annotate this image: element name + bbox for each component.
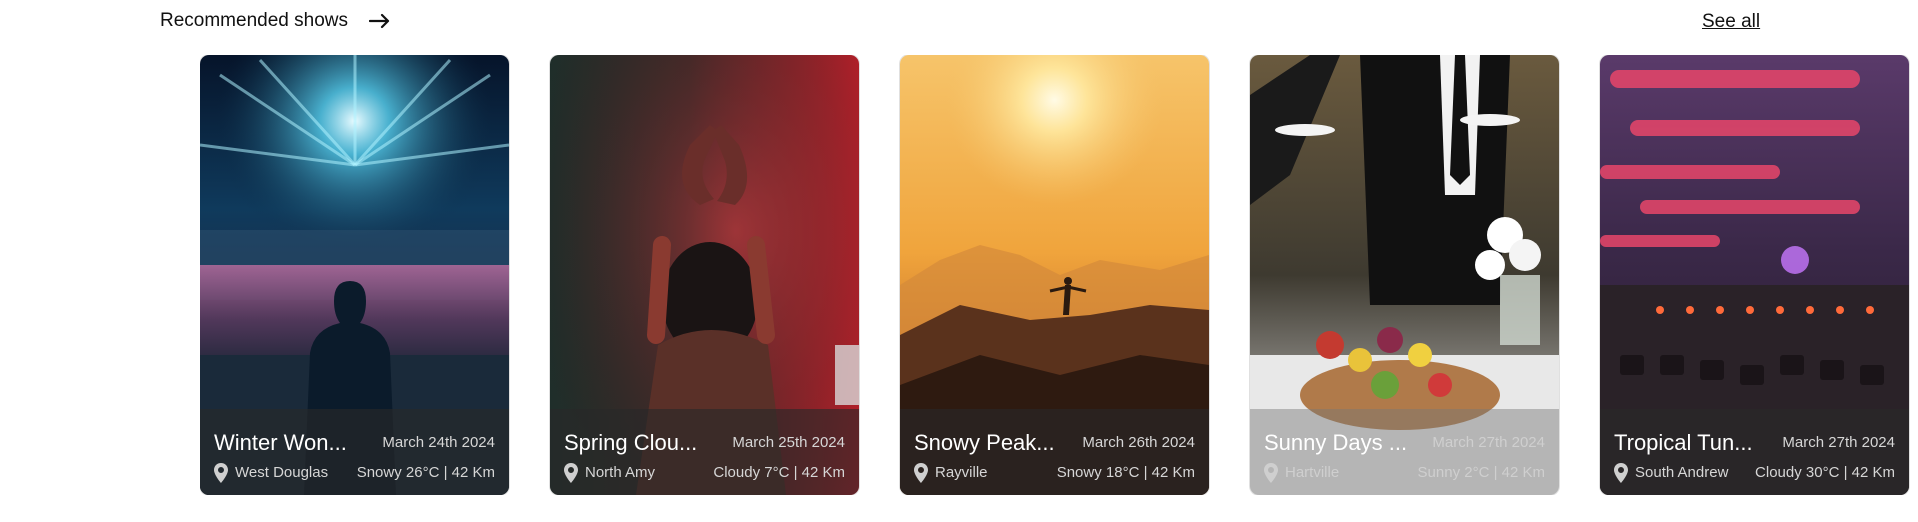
section-title: Recommended shows [160, 10, 348, 31]
location-name: South Andrew [1635, 464, 1729, 481]
location-name: West Douglas [235, 464, 329, 481]
location-pin-icon [1264, 463, 1278, 483]
location-pin-icon [214, 463, 228, 483]
show-location: North Amy [564, 463, 655, 483]
show-card[interactable]: Tropical Tun... March 27th 2024 South An… [1600, 55, 1909, 495]
show-location: Rayville [914, 463, 988, 483]
show-location: West Douglas [214, 463, 328, 483]
show-card[interactable]: Winter Won... March 24th 2024 West Dougl… [200, 55, 509, 495]
show-card[interactable]: Sunny Days ... March 27th 2024 Hartville… [1250, 55, 1559, 495]
location-pin-icon [564, 463, 578, 483]
location-name: Hartville [1285, 464, 1340, 481]
arrow-right-icon[interactable] [368, 9, 392, 33]
show-weather-distance: Sunny 2°C | 42 Km [1417, 464, 1545, 481]
show-title: Sunny Days ... [1264, 430, 1408, 455]
show-location: Hartville [1264, 463, 1339, 483]
show-date: March 27th 2024 [1782, 434, 1895, 451]
location-pin-icon [914, 463, 928, 483]
show-weather-distance: Cloudy 30°C | 42 Km [1755, 464, 1895, 481]
see-all-link[interactable]: See all [1702, 10, 1760, 34]
section-header: Recommended shows [160, 8, 392, 34]
show-title: Spring Clou... [564, 430, 698, 455]
show-weather-distance: Snowy 18°C | 42 Km [1056, 464, 1195, 481]
show-date: March 26th 2024 [1082, 434, 1195, 451]
show-location: South Andrew [1614, 463, 1728, 483]
show-date: March 24th 2024 [382, 434, 495, 451]
shows-carousel: Winter Won... March 24th 2024 West Dougl… [200, 55, 1918, 495]
location-pin-icon [1614, 463, 1628, 483]
show-date: March 25th 2024 [732, 434, 845, 451]
recommended-shows-section: Recommended shows See all Winter Won... … [0, 0, 1918, 522]
show-date: March 27th 2024 [1432, 434, 1545, 451]
show-weather-distance: Cloudy 7°C | 42 Km [713, 464, 845, 481]
show-title: Snowy Peak... [914, 430, 1055, 455]
show-card[interactable]: Snowy Peak... March 26th 2024 Rayville S… [900, 55, 1209, 495]
show-card[interactable]: Spring Clou... March 25th 2024 North Amy… [550, 55, 859, 495]
location-name: North Amy [585, 464, 656, 481]
show-weather-distance: Snowy 26°C | 42 Km [356, 464, 495, 481]
show-title: Tropical Tun... [1614, 430, 1753, 455]
show-title: Winter Won... [214, 430, 347, 455]
location-name: Rayville [935, 464, 988, 481]
